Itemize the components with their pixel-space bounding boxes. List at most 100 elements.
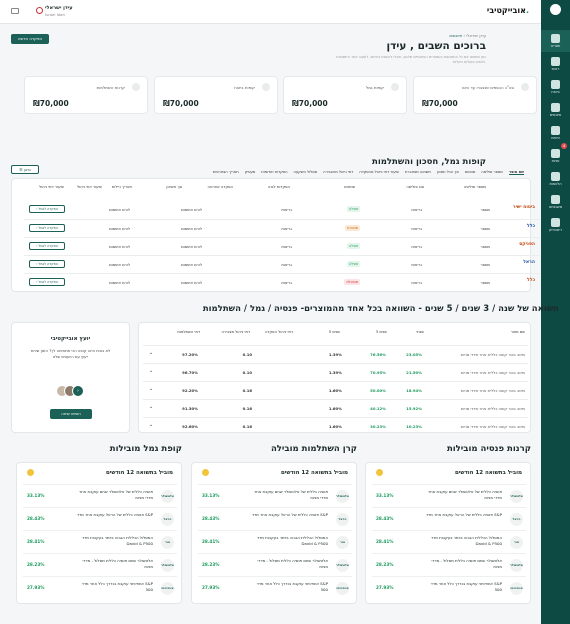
chart-icon <box>551 103 560 112</box>
deposit-button[interactable]: ‹ הפקדה לגמל <box>29 242 65 250</box>
tab-10[interactable]: תאריך הצטרפות <box>213 170 239 174</box>
fee-total: 92.20% <box>182 388 198 393</box>
tab-6[interactable]: דמי ניהול מהצבירה <box>323 170 353 174</box>
funds-tabs: שם מוצר מספר פוליסה סטטוס סך הכל חסכון תשואה… <box>207 170 524 175</box>
sidebar-item-house[interactable]: משכנתא <box>541 191 570 213</box>
breadcrumb-root[interactable]: עידן ישראלי <box>466 33 486 38</box>
tab-5[interactable]: שיעור דמי ניהול מהפקדה <box>359 170 399 174</box>
table-row[interactable]: הפניקס מספר גריאות פעילה גריאות לורם איפסום לו… <box>24 237 540 255</box>
trophy-icon <box>376 469 383 476</box>
leading-fund-row[interactable]: 28.41% המסלול הכללית הגבוה ביותר בעקבות מ… <box>23 530 177 553</box>
chevron-down-icon[interactable]: ⌄ <box>149 404 153 410</box>
summary-card-value: ₪70,000 <box>422 99 458 108</box>
last-deposit: לורם איפסום <box>181 207 202 212</box>
notification-badge: 4 <box>561 143 567 149</box>
page-title: ברוכים השבים , עידן <box>386 40 486 52</box>
sidebar-item-label: פניות <box>551 159 560 163</box>
fund-logo: אינפיניטי <box>510 582 523 595</box>
returns-row[interactable]: מיטב בכור קופה כללית אחר מדדי מניות 18.94… <box>143 381 528 399</box>
deposit-button-label: הפקדה לגמל <box>38 244 58 248</box>
tab-9[interactable]: מעסיק <box>245 170 256 174</box>
leading-fund-name: פנסיה כללית של הראל עוקבת אחר מדד S&P <box>425 512 502 517</box>
returns-row[interactable]: מיטב בכור קופה כללית אחר מדדי מניות 15.92… <box>143 399 528 417</box>
filter-button[interactable]: ☰ סינון <box>11 165 39 174</box>
leading-fund-row[interactable]: 27.93% אינפיניטי עוקבת בנדרך כלל אחר מדד … <box>198 576 352 599</box>
sidebar-item-chart[interactable]: פיננסים <box>541 99 570 121</box>
mail-icon[interactable] <box>11 8 19 14</box>
sidebar-item-flag[interactable]: טיפים <box>541 122 570 144</box>
user-avatar-icon[interactable] <box>36 7 43 14</box>
returns-row[interactable]: מיטב בכור קופה כללית אחר מדדי מניות 10.23… <box>143 417 528 435</box>
leading-fund-row[interactable]: 28.23% אלטשולר שחם פנסיה כללית מסלול - מד… <box>198 553 352 576</box>
leading-fund-row[interactable]: 28.43% פנסיה כללית של הראל עוקבת אחר מדד … <box>372 507 526 530</box>
tab-0[interactable]: שם מוצר <box>508 170 524 175</box>
advisor-avatars: › <box>56 385 88 398</box>
fund-logo: אלטשולר <box>510 490 523 503</box>
leading-fund-row[interactable]: 28.43% פנסיה כללית של הראל עוקבת אחר מדד … <box>23 507 177 530</box>
returns-row[interactable]: מיטב בכור קופה כללית אחר מדדי מניות 21.50… <box>143 363 528 381</box>
deposit-button[interactable]: ‹ הפקדה לגמל <box>29 224 65 232</box>
returns-row[interactable]: מיטב בכור קופה כללית אחר מדדי מניות 23.05… <box>143 345 528 363</box>
leading-fund-row[interactable]: 33.13% פנסיה כללית של אלטשולר שחם עוקבת א… <box>23 484 177 507</box>
fund-logo: אינפיניטי <box>336 582 349 595</box>
management-fee: לורם איפסום <box>109 280 130 285</box>
tab-3[interactable]: סך הכל חסכון <box>437 170 459 174</box>
table-row[interactable]: כלל מספר גריאות מבוטלת גריאות לורם איפסום לורם… <box>24 273 540 291</box>
sidebar-item-refresh[interactable]: ריסטרוק <box>541 214 570 236</box>
add-deposit-button[interactable]: הפקדה חדשה <box>11 34 49 44</box>
advisor-text: לא בטוח איזה קופה הכי מתאימה לך? הזמן שי… <box>30 348 111 359</box>
column-header: שיעור דמי ניהול <box>38 184 64 189</box>
leading-fund-row[interactable]: 27.93% אינפיניטי עוקבת בנדרך כלל אחר מדד … <box>23 576 177 599</box>
leading-fund-row[interactable]: 33.13% פנסיה כללית של אלטשולר שחם עוקבת א… <box>372 484 526 507</box>
sidebar-item-umbrella[interactable]: ביטוח <box>541 76 570 98</box>
chevron-down-icon[interactable]: ⌄ <box>149 386 153 392</box>
status-badge: פעילה <box>346 261 360 267</box>
status-badge: פעילה <box>346 243 360 249</box>
fund-logo: אלטשולר <box>161 559 174 572</box>
chevron-down-icon[interactable]: ⌄ <box>149 422 153 428</box>
leading-fund-row[interactable]: 28.23% אלטשולר שחם פנסיה כללית מסלול - מד… <box>23 553 177 576</box>
fund-name: מיטב בכור קופה כללית אחר מדדי מניות <box>460 424 525 429</box>
deposit-button[interactable]: ‹ הפקדה לגמל <box>29 278 65 286</box>
leading-fund-row[interactable]: 28.23% אלטשולר שחם פנסיה כללית מסלול - מד… <box>372 553 526 576</box>
table-row[interactable]: כלל מספר גריאות מושהית גריאות לורם איפסום לורם… <box>24 219 540 237</box>
tab-2[interactable]: סטטוס <box>465 170 476 174</box>
arrow-icon[interactable]: › <box>72 385 84 397</box>
table-row[interactable]: הראל מספר גריאות פעילה גריאות לורם איפסום לורם… <box>24 255 540 273</box>
return-1y: 18.94% <box>406 388 422 393</box>
leading-fund-row[interactable]: 33.13% פנסיה כללית של אלטשולר שחם עוקבת א… <box>198 484 352 507</box>
book-call-button[interactable]: הזמינו שיחה <box>50 409 92 419</box>
fund-logo: אלטשולר <box>510 559 523 572</box>
flag-icon <box>551 126 560 135</box>
sidebar-item-home[interactable]: תפריט <box>541 30 570 52</box>
tab-4[interactable]: תשואה מצטברת <box>405 170 431 174</box>
table-row[interactable]: ביטוח ישיר מספר גריאות פעילה גריאות לורם איפס… <box>24 201 540 219</box>
management-fee: לורם איפסום <box>109 262 130 267</box>
tab-8[interactable]: הפקדות חודשיות <box>261 170 287 174</box>
sidebar-item-person[interactable]: ראשי <box>541 53 570 75</box>
wallet-icon <box>391 83 399 91</box>
return-5y: 1.60% <box>328 424 342 429</box>
brand-logo[interactable]: אובייקטיבי. <box>487 6 529 15</box>
chevron-down-icon[interactable]: ⌄ <box>149 350 153 356</box>
trophy-icon <box>202 469 209 476</box>
deposit-button[interactable]: ‹ הפקדה לגמל <box>29 205 65 213</box>
sidebar-item-money[interactable]: הלוואות <box>541 168 570 190</box>
return-5y: 1.60% <box>328 406 342 411</box>
leading-fund-row[interactable]: 28.41% המסלול הכללית הגבוה ביותר בעקבות מ… <box>372 530 526 553</box>
fee-total: 92.60% <box>182 424 198 429</box>
refresh-icon <box>551 218 560 227</box>
logo-icon <box>550 4 561 15</box>
leading-fund-row[interactable]: 28.41% המסלול הכללית הגבוה ביותר בעקבות מ… <box>198 530 352 553</box>
sidebar-logo[interactable] <box>541 4 570 20</box>
sidebar-item-message[interactable]: פניות 4 <box>541 143 570 167</box>
leading-fund-row[interactable]: 28.43% פנסיה כללית של הראל עוקבת אחר מדד … <box>198 507 352 530</box>
tab-1[interactable]: מספר פוליסה <box>481 170 502 174</box>
user-name[interactable]: עידן ישראלי <box>45 5 73 11</box>
leading-fund-row[interactable]: 27.93% אינפיניטי עוקבת בנדרך כלל אחר מדד … <box>372 576 526 599</box>
filter-label: סינון <box>23 167 31 172</box>
deposit-button[interactable]: ‹ הפקדה לגמל <box>29 260 65 268</box>
chevron-down-icon[interactable]: ⌄ <box>149 368 153 374</box>
leading-fund-name: אלטשולר שחם פנסיה כללית מסלול - מדדי מני… <box>431 558 502 569</box>
tab-7[interactable]: מסלול השקעה <box>294 170 318 174</box>
